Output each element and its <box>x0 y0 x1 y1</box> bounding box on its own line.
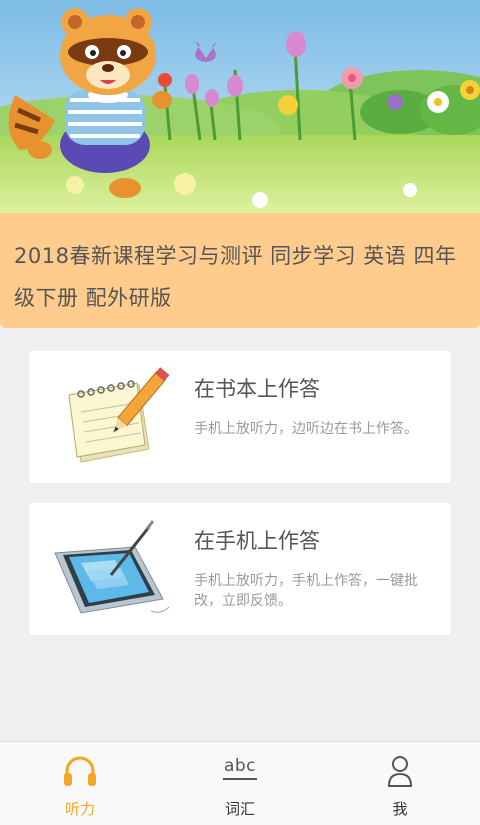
bottom-tab-bar: 听力 abc 词汇 我 <box>0 741 480 825</box>
abc-icon: abc <box>222 756 258 780</box>
book-title: 2018春新课程学习与测评 同步学习 英语 四年级下册 配外研版 <box>14 244 457 310</box>
person-icon <box>385 754 415 792</box>
headphones-icon <box>62 754 98 792</box>
tab-label: 我 <box>392 800 408 818</box>
cover-illustration <box>0 0 480 215</box>
option-description: 手机上放听力，手机上作答，一键批改，立即反馈。 <box>194 573 418 609</box>
option-description: 手机上放听力，边听边在书上作答。 <box>194 421 418 437</box>
tab-me[interactable]: 我 <box>320 742 480 825</box>
answer-on-phone-card[interactable]: 在手机上作答 手机上放听力，手机上作答，一键批改，立即反馈。 <box>29 503 451 635</box>
tab-listen[interactable]: 听力 <box>0 742 160 825</box>
book-title-banner: 2018春新课程学习与测评 同步学习 英语 四年级下册 配外研版 <box>0 213 480 328</box>
answer-in-book-card[interactable]: 在书本上作答 手机上放听力，边听边在书上作答。 <box>29 351 451 483</box>
option-title: 在手机上作答 <box>194 529 320 553</box>
tab-vocab[interactable]: abc 词汇 <box>160 742 320 825</box>
tablet-stylus-icon <box>51 519 171 619</box>
tab-label: 词汇 <box>224 800 255 818</box>
option-title: 在书本上作答 <box>194 377 320 401</box>
notebook-pencil-icon <box>51 367 171 467</box>
tab-label: 听力 <box>64 800 95 818</box>
